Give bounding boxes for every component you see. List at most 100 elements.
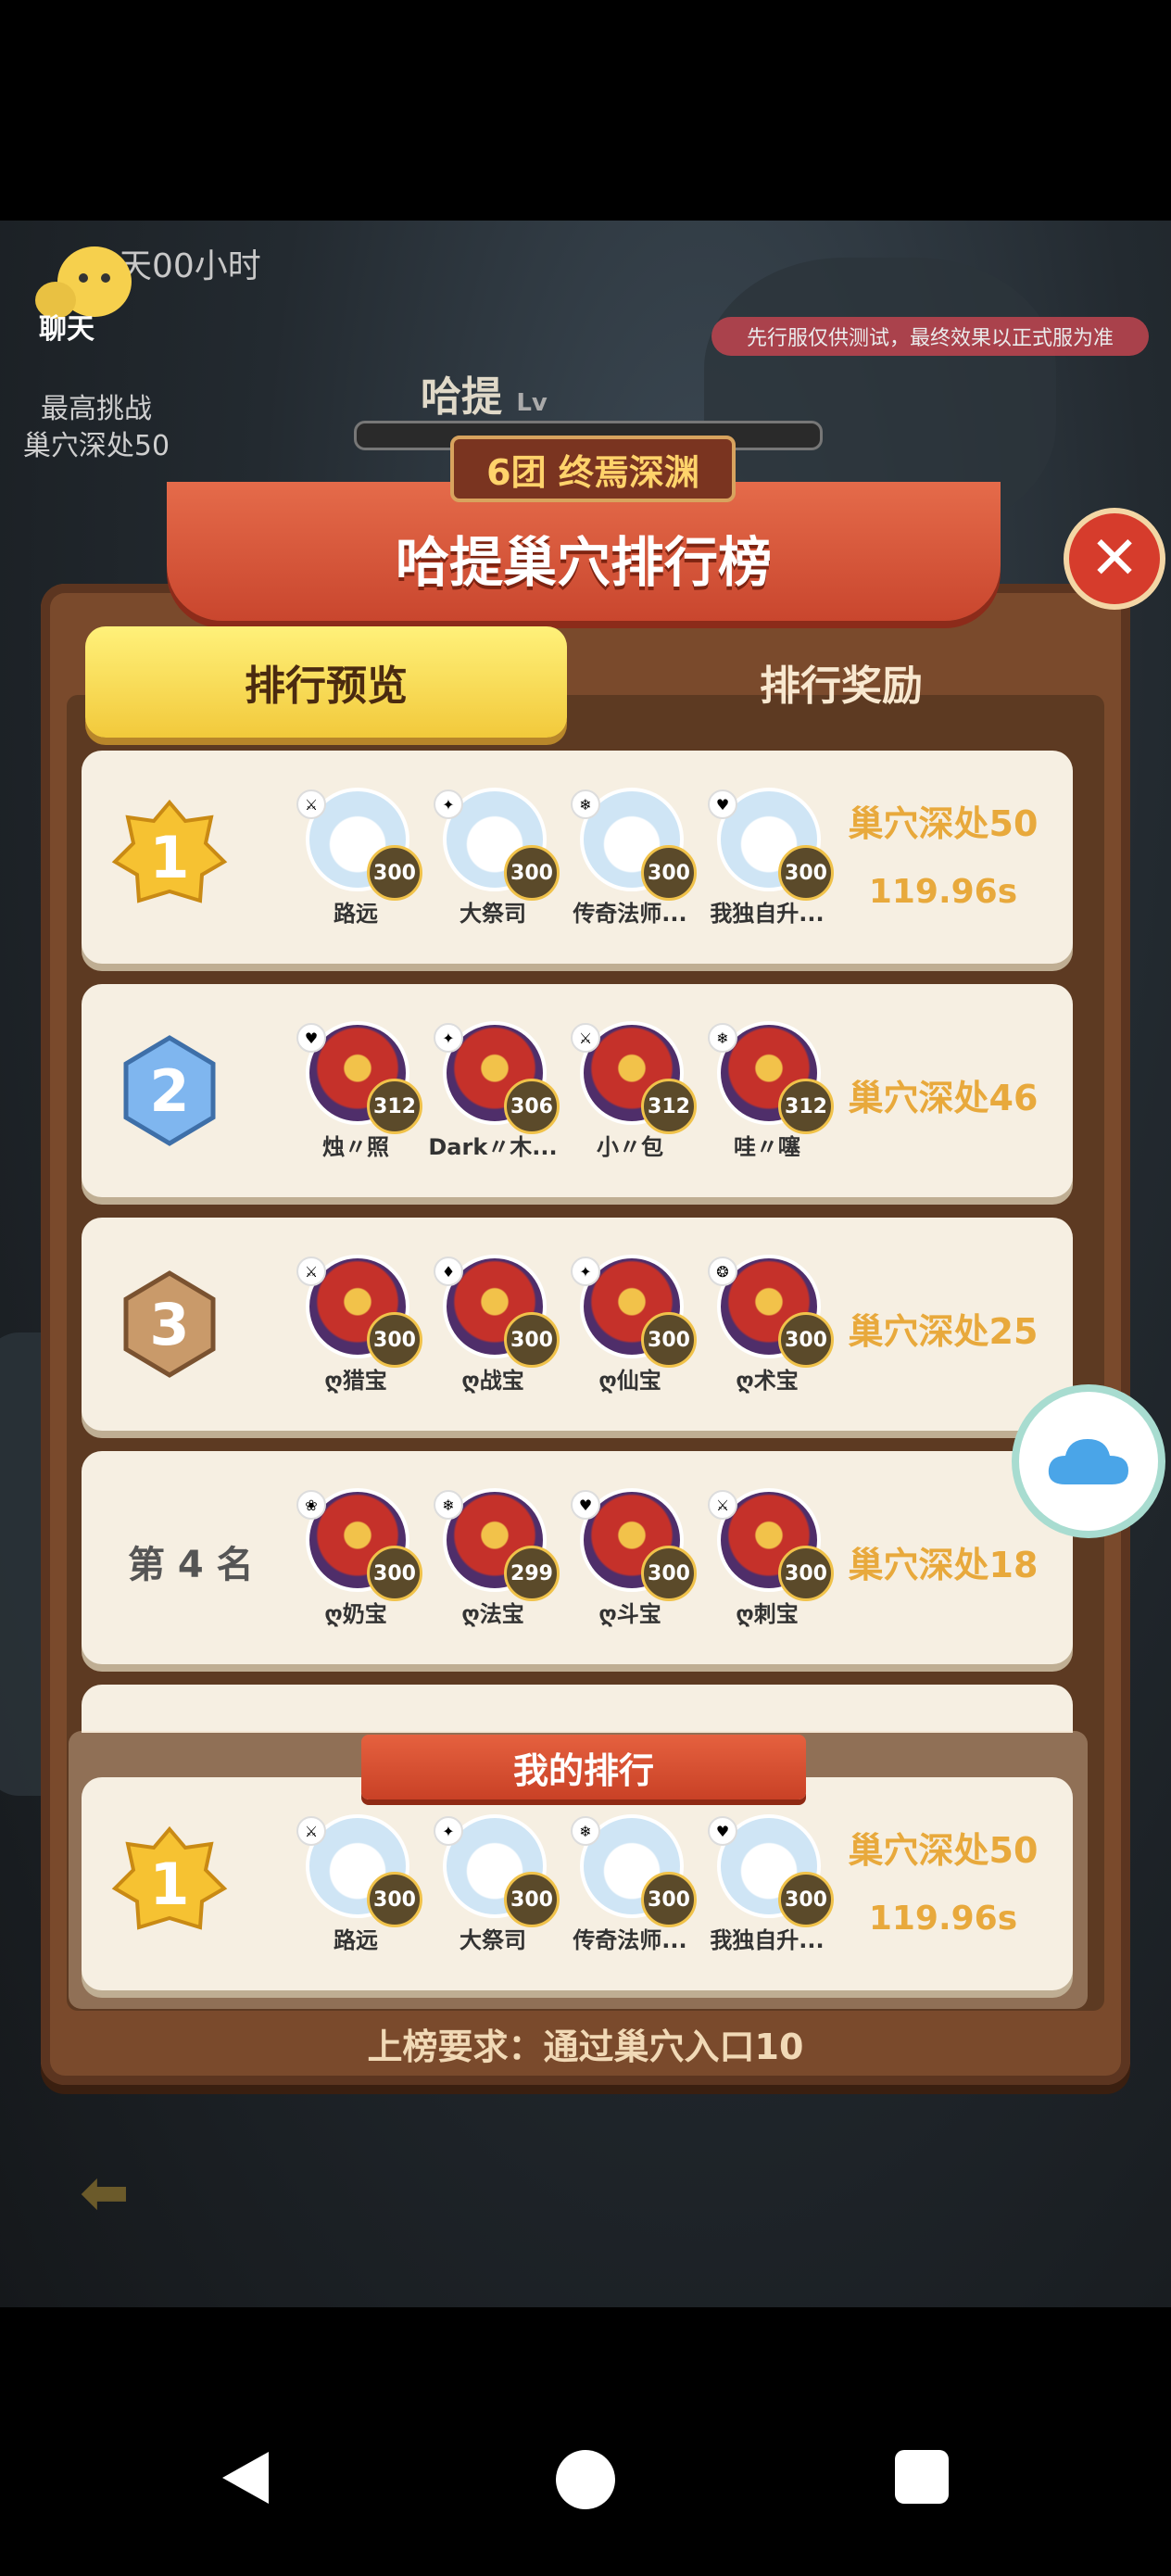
- class-icon: ❂: [708, 1256, 737, 1286]
- test-server-notice: 先行服仅供测试，最终效果以正式服为准: [711, 317, 1149, 356]
- rank-number: 1: [149, 1850, 190, 1918]
- member-name: 我独自升...: [710, 1927, 825, 1953]
- team-member[interactable]: ⚔ 300 ღ刺宝: [699, 1488, 836, 1655]
- member-name: ღ刺宝: [736, 1601, 799, 1627]
- member-name: 传奇法师...: [573, 901, 687, 927]
- member-name: 烛〃照: [322, 1134, 389, 1160]
- rank-label: 第 4 名: [128, 1544, 254, 1586]
- my-rank-row[interactable]: 1 ⚔ 300 路远 ✦ 300 大祭司 ❄ 300 传奇法师... ♥ 300…: [82, 1777, 1073, 1990]
- class-icon: ❄: [434, 1490, 463, 1520]
- team-member[interactable]: ♦ 300 ღ战宝: [424, 1255, 561, 1421]
- rank-row[interactable]: 1 ⚔ 300 路远 ✦ 300 大祭司 ❄ 300 传奇法师... ♥ 300…: [82, 751, 1073, 964]
- team-member[interactable]: ❄ 312 哇〃噻: [699, 1021, 836, 1188]
- member-name: 我独自升...: [710, 901, 825, 927]
- rank-row[interactable]: 2 ♥ 312 烛〃照 ✦ 306 Dark〃木... ⚔ 312 小〃包 ❄ …: [82, 984, 1073, 1197]
- depth-score: 巢穴深处25: [848, 1311, 1039, 1352]
- team-member[interactable]: ✦ 300 ღ仙宝: [561, 1255, 699, 1421]
- cloud-icon: [1048, 1439, 1128, 1484]
- rank-number: 3: [149, 1290, 190, 1358]
- depth-score: 巢穴深处50: [848, 803, 1039, 844]
- chat-label[interactable]: 聊天: [39, 306, 94, 347]
- back-arrow-icon[interactable]: ⬅: [80, 2159, 163, 2228]
- class-icon: ⚔: [296, 1256, 326, 1286]
- member-name: 小〃包: [597, 1134, 663, 1160]
- level-badge: 306: [504, 1079, 560, 1134]
- class-icon: ✦: [434, 1023, 463, 1053]
- rank-row[interactable]: 第 4 名 ❀ 300 ღ奶宝 ❄ 299 ღ法宝 ♥ 300 ღ斗宝 ⚔ 30…: [82, 1451, 1073, 1664]
- class-icon: ✦: [434, 1816, 463, 1846]
- team-member[interactable]: ⚔ 312 小〃包: [561, 1021, 699, 1188]
- team-member[interactable]: ⚔ 300 路远: [287, 788, 424, 954]
- class-icon: ⚔: [296, 1816, 326, 1846]
- level-badge: 312: [641, 1079, 697, 1134]
- member-name: 大祭司: [460, 1927, 526, 1953]
- close-icon: ✕: [1089, 524, 1140, 593]
- close-button[interactable]: ✕: [1064, 508, 1165, 610]
- member-name: ღ奶宝: [324, 1601, 387, 1627]
- team-member[interactable]: ❄ 300 传奇法师...: [561, 1814, 699, 1981]
- team-member[interactable]: ❄ 299 ღ法宝: [424, 1488, 561, 1655]
- class-icon: ♥: [296, 1023, 326, 1053]
- team-member[interactable]: ⚔ 300 ღ猎宝: [287, 1255, 424, 1421]
- high-score-title: 最高挑战: [41, 393, 152, 425]
- member-name: ღ仙宝: [598, 1368, 661, 1394]
- class-icon: ♥: [708, 789, 737, 819]
- level-badge: 300: [367, 1546, 422, 1601]
- team-member[interactable]: ⚔ 300 路远: [287, 1814, 424, 1981]
- team-member[interactable]: ✦ 306 Dark〃木...: [424, 1021, 561, 1188]
- team-member[interactable]: ❀ 300 ღ奶宝: [287, 1488, 424, 1655]
- level-badge: 300: [641, 1312, 697, 1368]
- rank-row[interactable]: 3 ⚔ 300 ღ猎宝 ♦ 300 ღ战宝 ✦ 300 ღ仙宝 ❂ 300 ღ术…: [82, 1218, 1073, 1431]
- hero-level-text: Lv: [516, 389, 548, 417]
- class-icon: ♥: [571, 1490, 600, 1520]
- high-score-value: 巢穴深处50: [22, 430, 170, 462]
- team-member[interactable]: ♥ 300 我独自升...: [699, 788, 836, 954]
- level-badge: 300: [504, 1872, 560, 1927]
- level-badge: 300: [367, 1872, 422, 1927]
- my-rank-ribbon: 我的排行: [361, 1735, 806, 1799]
- member-name: 哇〃噻: [734, 1134, 800, 1160]
- level-badge: 300: [504, 1312, 560, 1368]
- member-name: Dark〃木...: [428, 1134, 558, 1160]
- member-name: 路远: [334, 901, 378, 927]
- tab-ranking-preview[interactable]: 排行预览: [85, 626, 567, 738]
- cloud-button[interactable]: [1012, 1384, 1165, 1538]
- nav-recent-icon[interactable]: [895, 2450, 949, 2504]
- team-member[interactable]: ✦ 300 大祭司: [424, 788, 561, 954]
- team-member[interactable]: ♥ 300 我独自升...: [699, 1814, 836, 1981]
- member-name: 大祭司: [460, 901, 526, 927]
- level-badge: 300: [504, 845, 560, 901]
- class-icon: ❄: [571, 1816, 600, 1846]
- rank-list[interactable]: 1 ⚔ 300 路远 ✦ 300 大祭司 ❄ 300 传奇法师... ♥ 300…: [82, 751, 1073, 1733]
- hero-name: 哈提 Lv: [421, 363, 548, 423]
- team-member[interactable]: ♥ 312 烛〃照: [287, 1021, 424, 1188]
- team-member[interactable]: ❂ 300 ღ术宝: [699, 1255, 836, 1421]
- class-icon: ❄: [571, 789, 600, 819]
- ranking-requirement: 上榜要求：通过巢穴入口10: [367, 2027, 804, 2067]
- depth-score: 巢穴深处46: [848, 1078, 1039, 1118]
- tab-ranking-rewards[interactable]: 排行奖励: [600, 626, 1082, 738]
- depth-score: 巢穴深处50: [848, 1830, 1039, 1871]
- level-badge: 300: [367, 1312, 422, 1368]
- member-name: ღ法宝: [461, 1601, 524, 1627]
- nav-home-icon[interactable]: [556, 2450, 615, 2509]
- class-icon: ⚔: [708, 1490, 737, 1520]
- member-name: ღ术宝: [736, 1368, 799, 1394]
- level-badge: 299: [504, 1546, 560, 1601]
- system-nav-bar: [0, 2307, 1171, 2576]
- team-member[interactable]: ✦ 300 大祭司: [424, 1814, 561, 1981]
- level-badge: 312: [367, 1079, 422, 1134]
- clear-time: 119.96s: [868, 873, 1018, 911]
- level-badge: 300: [641, 1546, 697, 1601]
- member-name: 传奇法师...: [573, 1927, 687, 1953]
- team-member[interactable]: ♥ 300 ღ斗宝: [561, 1488, 699, 1655]
- rank-row[interactable]: [82, 1685, 1073, 1733]
- class-icon: ♥: [708, 1816, 737, 1846]
- member-name: 路远: [334, 1927, 378, 1953]
- nav-back-icon[interactable]: [219, 2448, 271, 2507]
- raid-name-tag: 6团 终焉深渊: [450, 436, 736, 502]
- leaderboard-title: 哈提巢穴排行榜: [395, 531, 772, 594]
- class-icon: ❄: [708, 1023, 737, 1053]
- team-member[interactable]: ❄ 300 传奇法师...: [561, 788, 699, 954]
- high-score-block: 最高挑战 巢穴深处50: [13, 391, 180, 465]
